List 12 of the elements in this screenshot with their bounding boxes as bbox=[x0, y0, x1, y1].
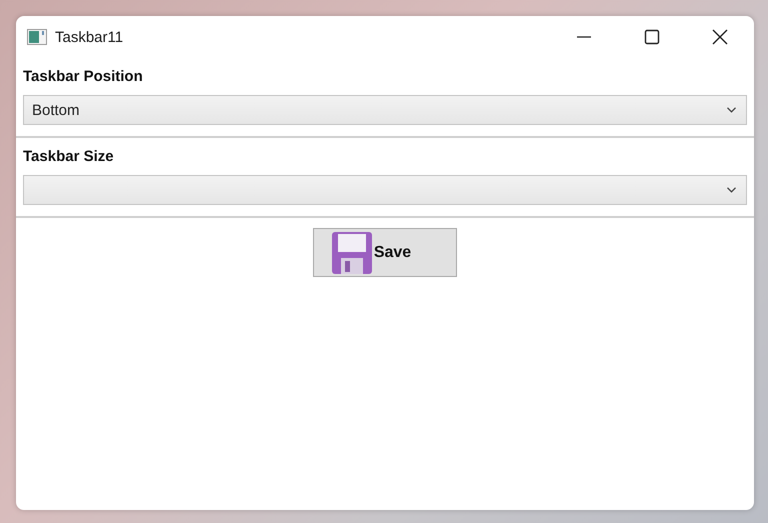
dropdown[interactable] bbox=[23, 175, 747, 205]
minimize-icon bbox=[577, 36, 591, 38]
app-icon bbox=[27, 29, 47, 45]
chevron-down-icon bbox=[727, 187, 736, 193]
field-label: Taskbar Size bbox=[23, 148, 115, 166]
maximize-icon bbox=[644, 29, 660, 45]
field-label: Taskbar Position bbox=[23, 68, 144, 86]
save-button[interactable]: Save bbox=[313, 228, 457, 277]
close-icon bbox=[712, 29, 728, 45]
window-title: Taskbar11 bbox=[55, 28, 124, 46]
dropdown[interactable]: Bottom bbox=[23, 95, 747, 125]
chevron-down-icon bbox=[727, 107, 736, 113]
